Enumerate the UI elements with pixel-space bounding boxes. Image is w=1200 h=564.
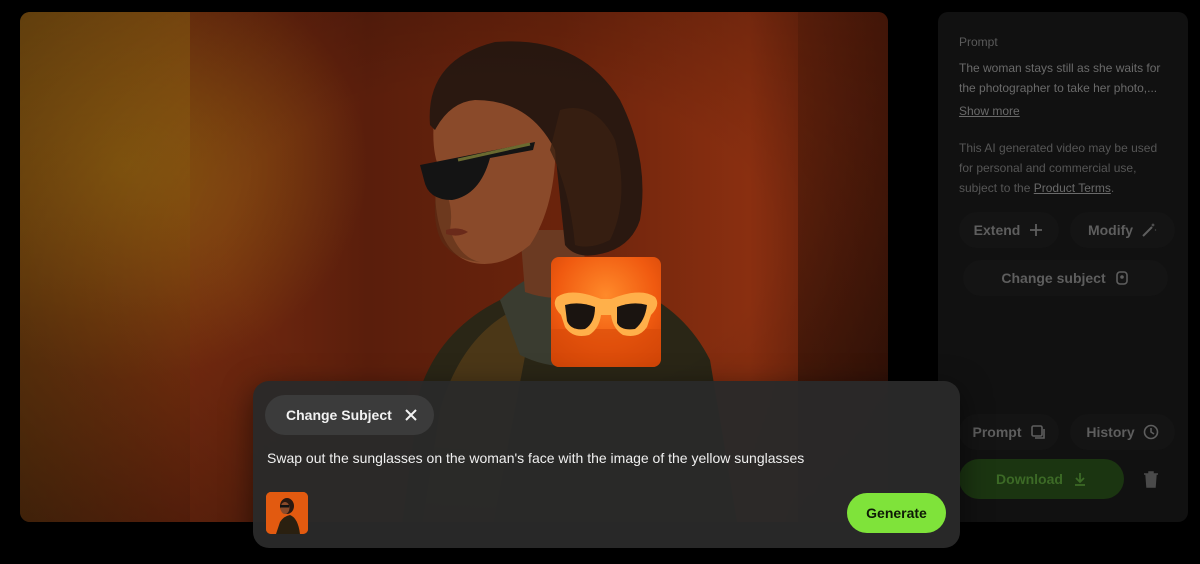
- magic-wand-icon: [1142, 223, 1157, 237]
- close-icon[interactable]: [404, 408, 418, 422]
- clock-icon: [1143, 424, 1158, 440]
- subject-prompt-input[interactable]: [267, 445, 907, 471]
- history-label: History: [1086, 424, 1135, 440]
- modify-label: Modify: [1087, 222, 1134, 238]
- prompt-button[interactable]: Prompt: [959, 414, 1059, 450]
- extend-label: Extend: [973, 222, 1021, 238]
- download-label: Download: [996, 471, 1063, 487]
- prompt-label: Prompt: [959, 35, 998, 49]
- plus-icon: [1030, 224, 1043, 236]
- woman-thumbnail-image: [266, 492, 308, 534]
- license-end: .: [1110, 181, 1115, 195]
- modify-button[interactable]: Modify: [1070, 212, 1175, 248]
- reference-image-sunglasses: [551, 257, 661, 367]
- download-icon: [1074, 473, 1085, 486]
- change-subject-card: Change Subject Generate: [253, 381, 960, 548]
- generate-button[interactable]: Generate: [847, 493, 946, 533]
- source-image-thumbnail[interactable]: [266, 492, 308, 534]
- history-button[interactable]: History: [1070, 414, 1175, 450]
- change-subject-button[interactable]: Change subject: [963, 260, 1168, 296]
- trash-icon: [1144, 471, 1158, 488]
- extend-button[interactable]: Extend: [959, 212, 1059, 248]
- delete-button[interactable]: [1139, 467, 1163, 491]
- change-subject-label: Change subject: [1001, 270, 1106, 286]
- license-notice: This AI generated video may be used for …: [959, 138, 1164, 198]
- product-terms-link[interactable]: Product Terms: [1034, 181, 1111, 195]
- details-panel: Prompt The woman stays still as she wait…: [938, 12, 1188, 522]
- subject-icon: [1115, 271, 1128, 285]
- prompt-text: The woman stays still as she waits for t…: [959, 61, 1161, 95]
- copy-icon: [1030, 425, 1045, 439]
- show-more-link[interactable]: Show more: [959, 104, 1020, 118]
- download-button[interactable]: Download: [959, 459, 1124, 499]
- sunglasses-image: [551, 292, 661, 367]
- change-subject-chip: Change Subject: [265, 395, 434, 435]
- chip-label: Change Subject: [286, 407, 392, 423]
- prompt-button-label: Prompt: [972, 424, 1022, 440]
